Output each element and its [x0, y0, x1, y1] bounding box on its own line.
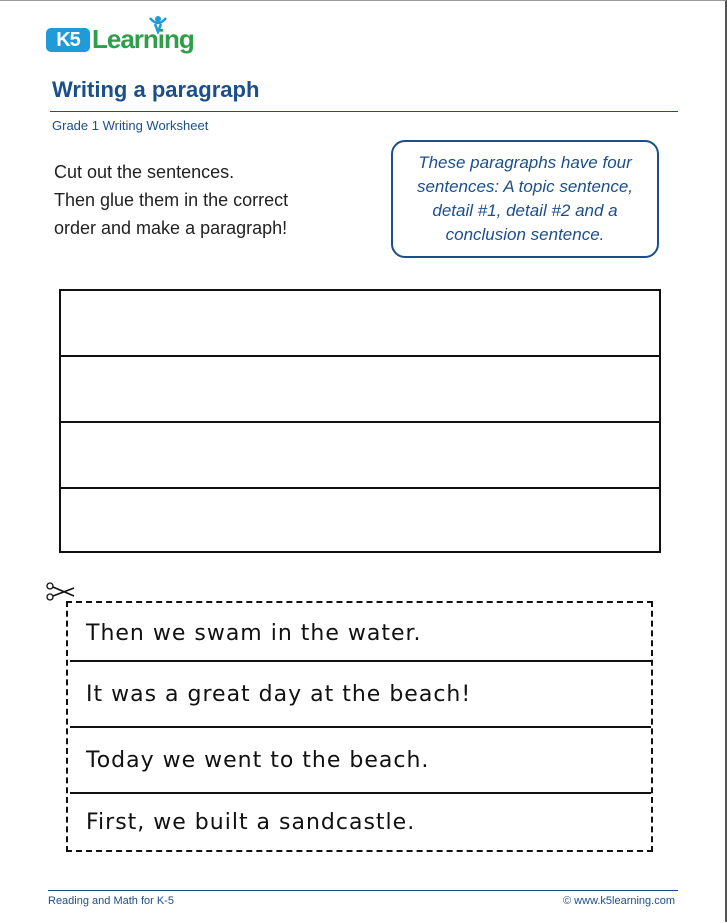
instruction-line: order and make a paragraph! — [54, 218, 288, 238]
page-title: Writing a paragraph — [52, 77, 260, 102]
logo-badge: K5 — [46, 28, 90, 52]
instruction-line: Then glue them in the correct — [54, 190, 289, 210]
answer-row — [61, 489, 659, 555]
instructions: Cut out the sentences. Then glue them in… — [54, 158, 288, 242]
footer-website-link[interactable]: © www.k5learning.com — [563, 895, 675, 907]
k5-learning-logo[interactable]: K5 Learning — [46, 16, 206, 58]
note-callout: These paragraphs have four sentences: A … — [391, 140, 659, 258]
cutout-sentence[interactable]: It was a great day at the beach! — [70, 662, 651, 726]
logo-wordmark: Learning — [92, 24, 195, 54]
answer-row — [61, 423, 659, 489]
note-text: These paragraphs have four sentences: A … — [416, 153, 634, 244]
cutout-sentence[interactable]: First, we built a sandcastle. — [70, 794, 651, 850]
worksheet-subtitle: Grade 1 Writing Worksheet — [52, 118, 209, 133]
cutout-sentence[interactable]: Today we went to the beach. — [70, 728, 651, 792]
footer-tagline: Reading and Math for K-5 — [48, 895, 174, 907]
answer-row — [61, 357, 659, 423]
footer-divider — [48, 890, 678, 891]
k5-logo-figure-icon — [149, 16, 167, 34]
cutout-sentence[interactable]: Then we swam in the water. — [70, 605, 651, 661]
answer-table — [59, 289, 661, 553]
answer-row — [61, 291, 659, 357]
instruction-line: Cut out the sentences. — [54, 162, 235, 182]
scissors-icon — [46, 582, 75, 601]
title-divider — [50, 111, 678, 112]
